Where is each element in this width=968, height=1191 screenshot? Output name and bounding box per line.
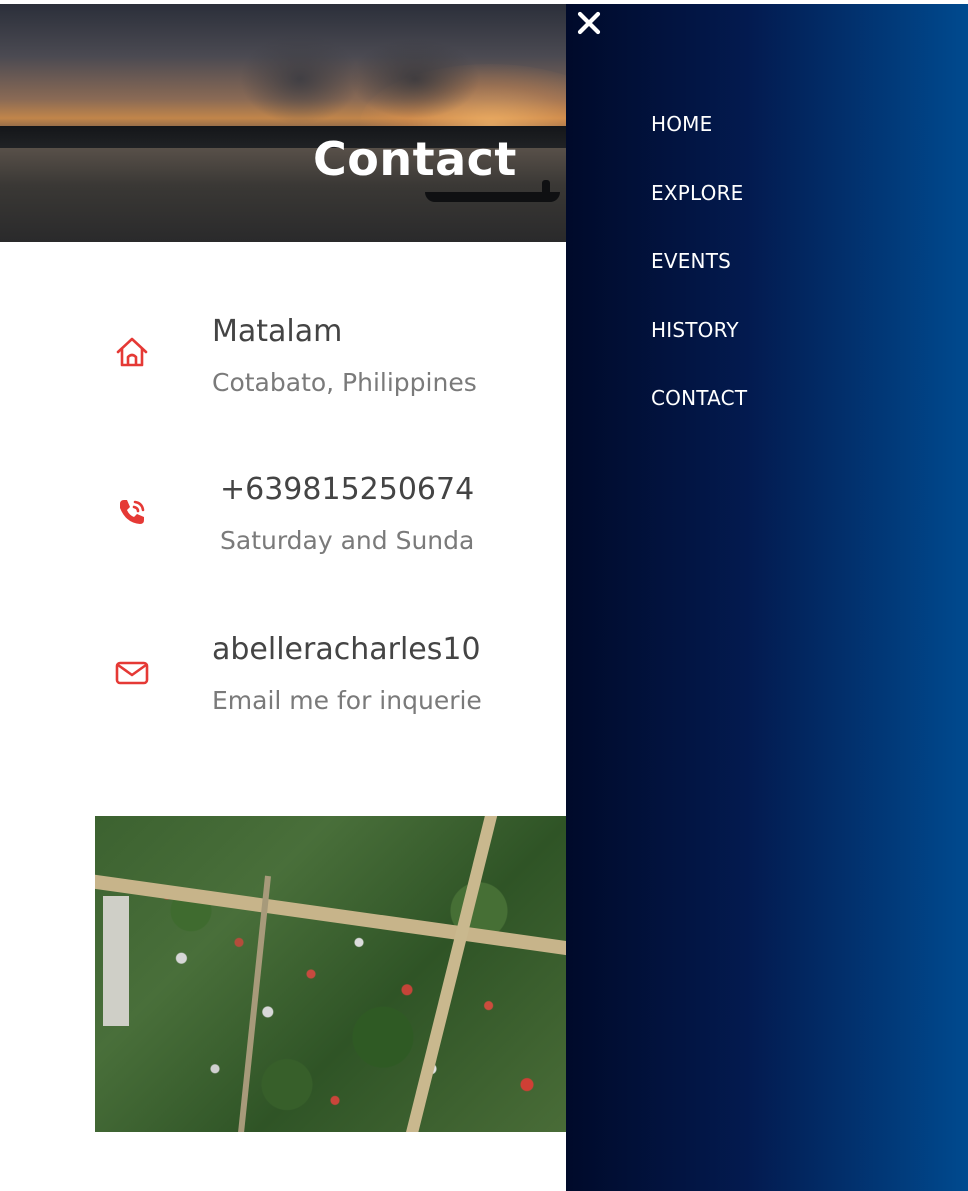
contact-phone-title: +639815250674 — [220, 472, 475, 507]
contact-address-subtitle: Cotabato, Philippines — [212, 368, 477, 397]
envelope-icon — [112, 652, 152, 692]
close-button[interactable] — [572, 6, 606, 40]
contact-email-subtitle: Email me for inquerie — [212, 686, 482, 715]
nav-item-contact[interactable]: CONTACT — [651, 384, 747, 453]
nav-item-explore[interactable]: EXPLORE — [651, 179, 747, 248]
contact-address-title: Matalam — [212, 314, 343, 349]
contact-item-address: Matalam Cotabato, Philippines — [112, 310, 572, 410]
contact-item-email: abelleracharles10 Email me for inquerie — [112, 630, 572, 730]
contact-item-phone: +639815250674 Saturday and Sunda — [112, 470, 572, 570]
home-icon — [112, 332, 152, 372]
nav-item-events[interactable]: EVENTS — [651, 247, 747, 316]
nav-item-home[interactable]: HOME — [651, 110, 747, 179]
hero-boat — [425, 192, 560, 202]
contact-phone-subtitle: Saturday and Sunda — [220, 526, 475, 555]
location-map[interactable] — [95, 816, 575, 1132]
side-navigation: HOME EXPLORE EVENTS HISTORY CONTACT — [566, 4, 968, 1191]
contact-page: Contact Matalam Cotabato, Philippines +6… — [0, 0, 968, 1191]
contact-email-title: abelleracharles10 — [212, 632, 481, 667]
hero-cloud — [240, 34, 360, 124]
phone-icon — [112, 492, 152, 532]
hero-cloud — [350, 39, 480, 119]
close-icon — [577, 11, 601, 35]
map-building — [103, 896, 129, 1026]
page-title: Contact — [313, 132, 517, 186]
hero-fisherman — [542, 180, 550, 194]
nav-menu: HOME EXPLORE EVENTS HISTORY CONTACT — [651, 110, 747, 453]
nav-item-history[interactable]: HISTORY — [651, 316, 747, 385]
map-rooftops — [95, 816, 575, 1132]
